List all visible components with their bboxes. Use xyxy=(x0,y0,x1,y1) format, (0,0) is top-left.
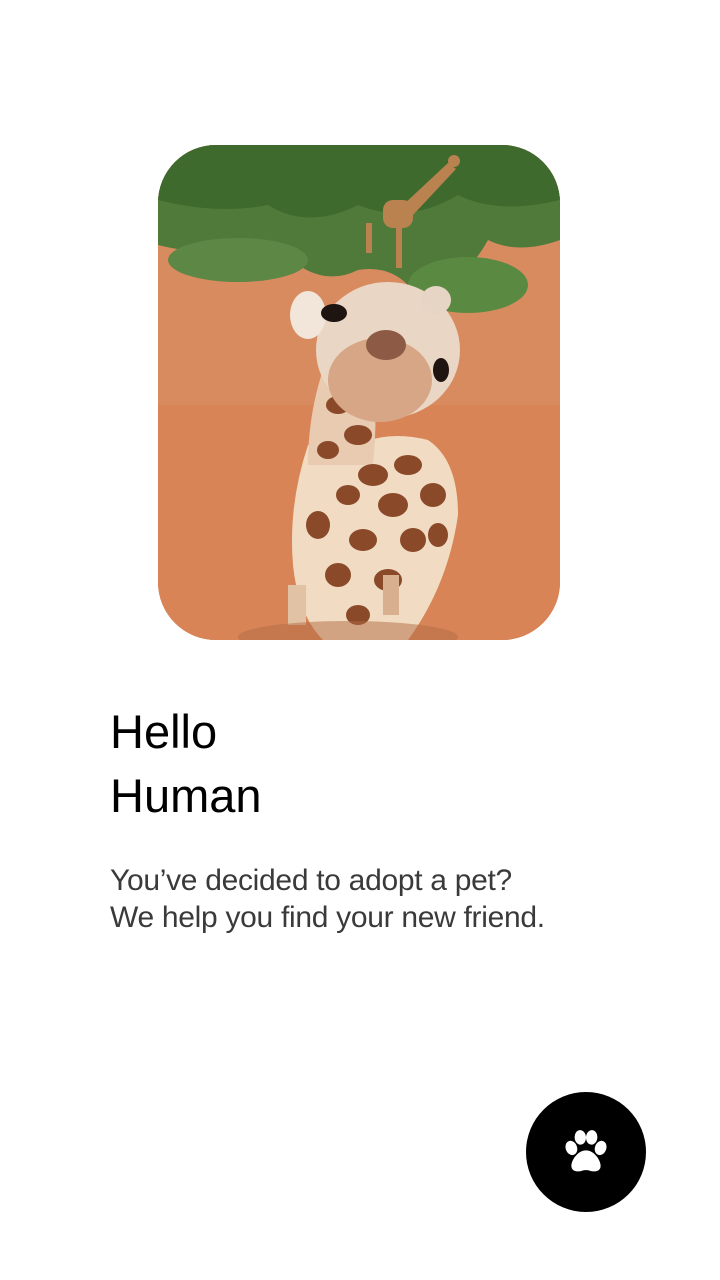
paw-icon xyxy=(565,1130,607,1172)
get-started-button[interactable] xyxy=(526,1092,646,1212)
hero-image xyxy=(158,145,560,640)
description-line-2: We help you find your new friend. xyxy=(110,901,545,934)
greeting-title: Hello Human xyxy=(110,700,262,828)
description-line-1: You’ve decided to adopt a pet? xyxy=(110,864,512,897)
giraffe-photo xyxy=(158,145,560,640)
greeting-line-1: Hello xyxy=(110,705,218,758)
greeting-line-2: Human xyxy=(110,769,262,822)
description-text: You’ve decided to adopt a pet? We help y… xyxy=(110,862,545,936)
